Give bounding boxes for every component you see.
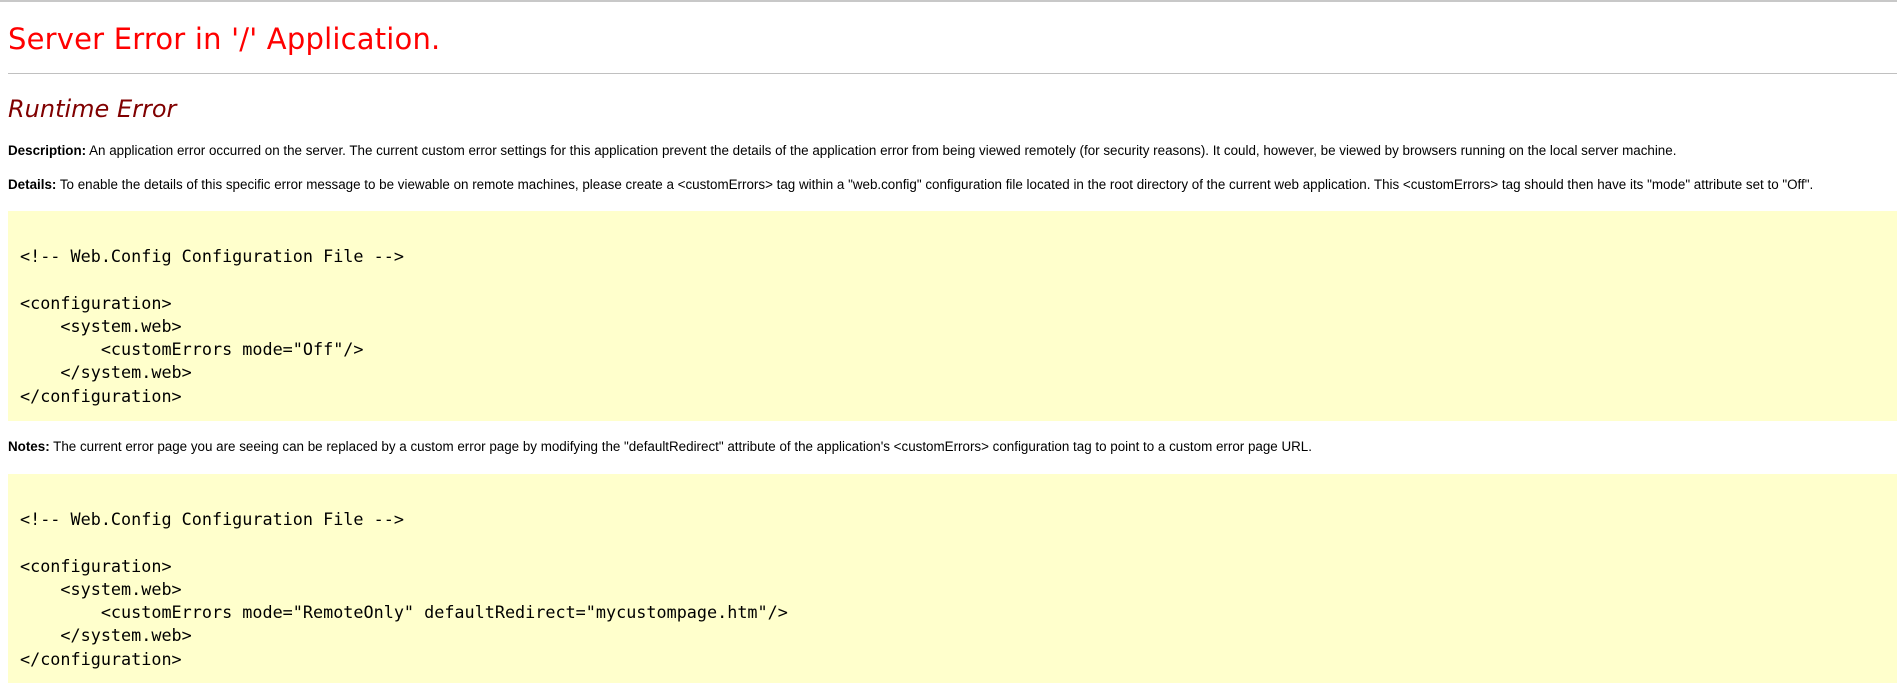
code-line: <system.web>	[20, 578, 182, 599]
top-divider	[0, 0, 1897, 2]
description-paragraph: Description: An application error occurr…	[8, 142, 1676, 160]
code-line: <system.web>	[20, 315, 182, 336]
notes-text: The current error page you are seeing ca…	[49, 439, 1312, 454]
title-divider	[8, 73, 1897, 74]
error-page: Server Error in '/' Application. Runtime…	[0, 0, 1897, 693]
code-line: <customErrors mode="Off"/>	[20, 339, 364, 360]
code-block-text: <!-- Web.Config Configuration File --> <c…	[20, 508, 788, 671]
config-code-block-off: <!-- Web.Config Configuration File --> <c…	[8, 211, 1897, 421]
code-line: <customErrors mode="RemoteOnly" defaultR…	[20, 602, 788, 623]
code-line: </system.web>	[20, 625, 192, 646]
code-line: </configuration>	[20, 385, 182, 406]
details-label: Details:	[8, 177, 57, 192]
description-text: An application error occurred on the ser…	[86, 143, 1677, 158]
page-title: Server Error in '/' Application.	[8, 22, 441, 56]
code-line: <!-- Web.Config Configuration File -->	[20, 509, 404, 529]
notes-label: Notes:	[8, 439, 50, 454]
config-code-block-remoteonly: <!-- Web.Config Configuration File --> <c…	[8, 474, 1897, 683]
error-type-heading: Runtime Error	[8, 95, 177, 123]
description-label: Description:	[8, 143, 87, 158]
notes-paragraph: Notes: The current error page you are se…	[8, 438, 1312, 456]
code-line: <!-- Web.Config Configuration File -->	[20, 246, 404, 266]
code-line: </configuration>	[20, 648, 182, 669]
code-line: </system.web>	[20, 362, 192, 383]
details-paragraph: Details: To enable the details of this s…	[8, 176, 1813, 194]
code-block-text: <!-- Web.Config Configuration File --> <c…	[20, 245, 404, 408]
details-text: To enable the details of this specific e…	[56, 177, 1814, 192]
code-line: <configuration>	[20, 292, 172, 313]
code-line: <configuration>	[20, 555, 172, 576]
